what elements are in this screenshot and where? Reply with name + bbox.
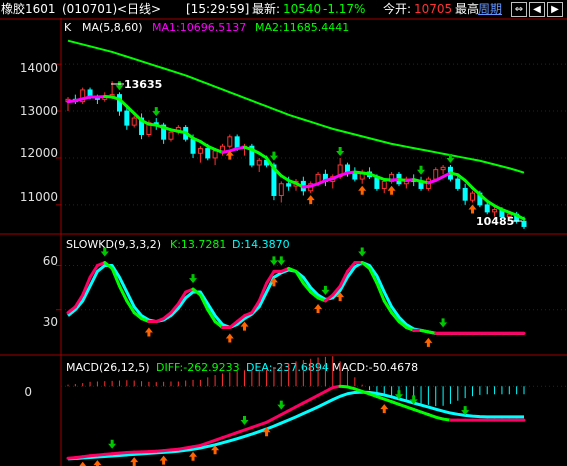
candle-body [492,209,498,213]
macd-header: MACD(26,12,5) [66,361,150,374]
price-tick-12000: 12000 [20,146,58,160]
price-tick-13000: 13000 [20,104,58,118]
moving-average-lines [66,39,526,221]
latest-price: 10540 [283,2,322,16]
signal-arrows [115,81,477,214]
candle-body [462,187,468,201]
kd-sell-arrow-icon [358,247,367,257]
macd-lines [66,384,526,461]
macd-sell-arrow-icon [108,439,117,449]
ma2-line [67,39,525,174]
candle-body [116,94,122,112]
kd-tick-30: 30 [43,315,58,329]
change-percent: -1.17% [323,2,366,16]
kd-buy-arrow-icon [240,321,249,331]
kd-buy-arrow-icon [314,303,323,313]
ma1-line-segment [463,178,475,190]
kd-sell-arrow-icon [439,318,448,328]
sell-arrow-icon [336,146,345,156]
latest-label: 最新: [252,2,281,16]
time-display: [15:29:59] [186,2,250,16]
candle-body [344,164,350,173]
kd-d-readout: D:14.3870 [232,238,290,251]
left-arrow-icon[interactable]: ◀ [529,2,545,17]
macd-buy-arrow-icon [380,404,389,414]
candle-body [124,110,130,126]
candle-body [256,159,262,166]
macd-dea-line [67,390,524,461]
period-link[interactable]: 周期 [478,2,502,16]
candle-body [197,148,203,154]
candle-body [190,138,196,154]
candle-body [455,178,461,189]
kd-lines [66,261,526,335]
price-header-k: K [64,21,72,34]
macd-buy-arrow-icon [93,460,102,466]
sell-arrow-icon [115,81,124,91]
candle-body [278,183,284,196]
kd-panel: SLOWKD(9,3,3,2) K:13.7281 D:14.3870 60 3… [43,238,526,347]
instrument-name: 橡胶1601 [1,2,56,16]
price-tick-14000: 14000 [20,61,58,75]
kd-header: SLOWKD(9,3,3,2) [66,238,161,251]
right-arrow-icon[interactable]: ▶ [547,2,563,17]
kd-buy-arrow-icon [144,327,153,337]
kd-sell-arrow-icon [277,256,286,266]
instrument-code: (010701) [62,2,118,16]
macd-panel: MACD(26,12,5) DIFF:-262.9233 DEA:-237.68… [24,356,526,466]
kd-sell-arrow-icon [269,256,278,266]
buy-arrow-icon [387,185,396,195]
macd-diff-readout: DIFF:-262.9233 [156,361,240,374]
macd-tick-0: 0 [24,385,32,399]
candle-body [168,131,174,140]
high-annotation: 13635 [124,78,162,91]
kd-buy-arrow-icon [424,337,433,347]
ma1-readout: MA1:10696.5137 [152,21,246,34]
kd-signal-arrows [100,247,448,347]
macd-sell-arrow-icon [240,416,249,425]
macd-buy-arrow-icon [79,461,87,466]
sell-arrow-icon [152,107,161,117]
price-tick-11000: 11000 [20,190,58,204]
buy-arrow-icon [306,195,315,205]
chart-area[interactable]: K MA(5,8,60) MA1:10696.5137 MA2:11685.44… [0,18,567,466]
candle-body [440,166,446,171]
macd-sell-arrow-icon [277,400,286,410]
open-price: 10705 [414,2,453,16]
kd-sell-arrow-icon [321,285,330,295]
candle-body [205,148,211,159]
open-label: 今开: [383,2,412,16]
candle-body [131,117,137,126]
macd-buy-arrow-icon [189,451,198,461]
candle-body [227,136,233,147]
ma2-readout: MA2:11685.4441 [255,21,349,34]
candle-body [286,183,292,187]
candle-body [381,180,387,189]
candle-body [470,192,476,201]
price-header-ma: MA(5,8,60) [82,21,143,34]
buy-arrow-icon [358,185,367,195]
macd-dea-readout: DEA:-237.6894 [246,361,329,374]
candle-body [212,150,218,159]
macd-value-readout: MACD:-50.4678 [332,361,418,374]
candle-body [484,204,490,213]
candle-body [433,169,439,180]
candle-body [521,220,527,227]
kd-tick-60: 60 [43,254,58,268]
price-panel: K MA(5,8,60) MA1:10696.5137 MA2:11685.44… [20,21,527,230]
title-bar: 橡胶1601 (010701) <日线> [15:29:59] 最新: 1054… [0,0,567,18]
period-label: <日线> [117,2,162,16]
kd-buy-arrow-icon [225,333,234,343]
high-label: 最高 [455,2,480,16]
sell-arrow-icon [417,165,426,175]
candlestick-series [65,81,527,230]
macd-buy-arrow-icon [130,457,139,466]
low-annotation: 10485 [476,215,514,228]
sell-arrow-icon [269,151,278,161]
expand-icon[interactable]: ⇔ [511,2,527,17]
kd-k-readout: K:13.7281 [170,238,226,251]
kd-sell-arrow-icon [189,274,198,284]
buy-arrow-icon [468,204,477,214]
macd-buy-arrow-icon [159,455,168,465]
